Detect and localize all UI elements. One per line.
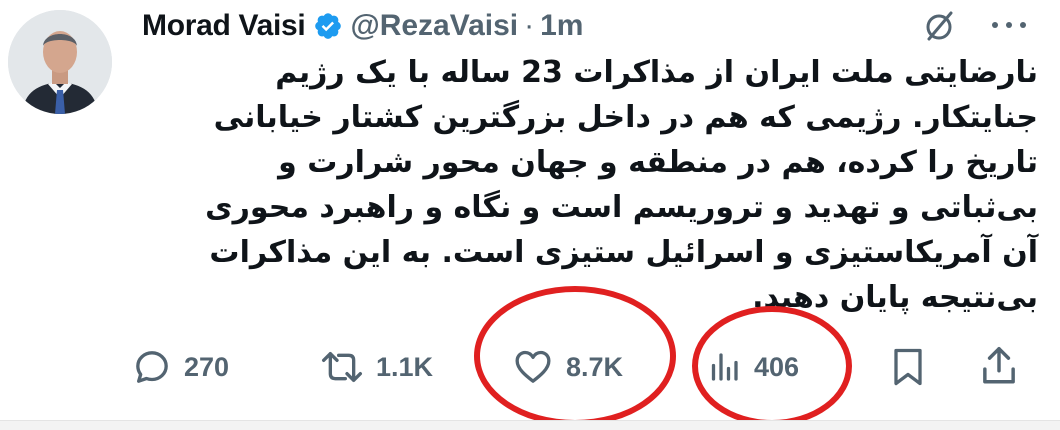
- like-button[interactable]: 8.7K: [512, 342, 623, 392]
- tweet-text: نارضایتی ملت ایران از مذاکرات 23 ساله با…: [150, 50, 1038, 320]
- author-avatar[interactable]: [8, 10, 112, 114]
- tweet-text-line: تاریخ را کرده، هم در منطقه و جهان محور ش…: [278, 145, 1038, 180]
- tweet-text-line: نارضایتی ملت ایران از مذاکرات 23 ساله با…: [275, 55, 1038, 90]
- tweet-text-line: بی‌ثباتی و تهدید و تروریسم است و نگاه و …: [205, 190, 1038, 225]
- heart-icon: [515, 350, 551, 383]
- more-icon[interactable]: [988, 10, 1040, 40]
- reply-icon: [136, 351, 168, 383]
- views-button[interactable]: 406: [706, 342, 799, 392]
- author-name[interactable]: Morad Vaisi: [142, 9, 306, 43]
- share-icon[interactable]: [980, 344, 1018, 388]
- repost-count: 1.1K: [376, 351, 434, 382]
- verified-badge-icon: [315, 13, 342, 39]
- tweet-text-line: آن آمریکاستیزی و اسرائیل ستیزی است. به ا…: [209, 235, 1038, 270]
- reply-count: 270: [184, 351, 230, 382]
- timestamp[interactable]: 1m: [540, 9, 583, 43]
- meta-separator: ·: [524, 9, 535, 42]
- grok-icon[interactable]: [922, 8, 956, 44]
- views-count: 406: [754, 351, 800, 382]
- repost-button[interactable]: 1.1K: [320, 342, 433, 392]
- repost-icon: [321, 352, 362, 382]
- reply-button[interactable]: 270: [132, 342, 229, 392]
- views-icon: [711, 353, 738, 381]
- author-handle[interactable]: @RezaVaisi: [350, 9, 518, 43]
- tweet-text-line: جنایتکار. رژیمی که هم در داخل بزرگترین ک…: [213, 100, 1038, 135]
- tweet-header: Morad Vaisi @RezaVaisi · 1m: [142, 4, 583, 48]
- like-count: 8.7K: [566, 351, 624, 382]
- bookmark-icon[interactable]: [890, 346, 926, 388]
- tweet-text-line: بی‌نتیجه پایان دهید.: [752, 280, 1038, 315]
